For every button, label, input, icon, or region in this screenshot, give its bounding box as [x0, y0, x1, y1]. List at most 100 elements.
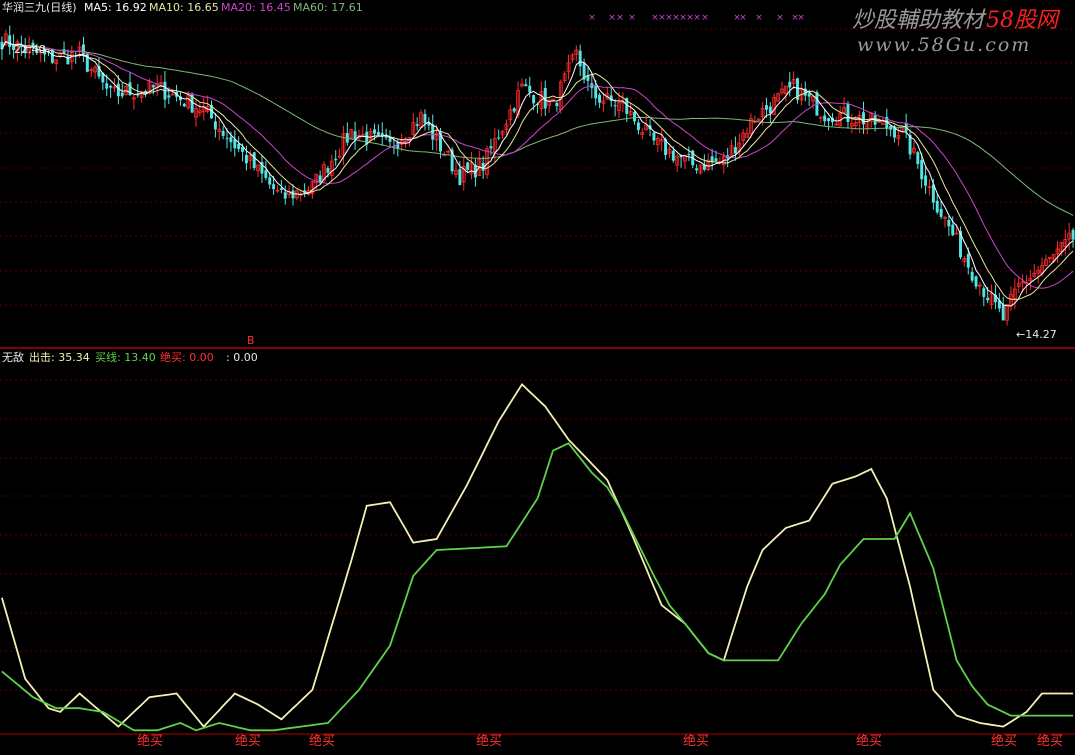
candle-body	[109, 85, 113, 88]
watermark-url: www.58Gu.com	[857, 34, 1031, 56]
candle-body	[598, 94, 602, 103]
buy-line-value-label: 买线: 13.40	[95, 350, 156, 364]
candle-body	[373, 129, 376, 134]
candle-body	[489, 146, 493, 149]
candle-body	[167, 95, 171, 98]
top-cross-marker: ×	[755, 13, 763, 23]
watermark-brand: 58股网	[986, 8, 1061, 33]
candle-body	[252, 152, 256, 168]
candle-body	[512, 108, 516, 112]
top-cross-marker: ×	[701, 13, 709, 23]
candle-body	[229, 137, 233, 143]
candle-body	[594, 86, 598, 99]
candle-body	[528, 85, 532, 93]
candle-body	[823, 115, 827, 122]
candle-body	[105, 83, 109, 89]
candle-body	[532, 95, 536, 104]
ma10-label: MA10: 16.65	[149, 1, 219, 14]
candle-body	[768, 106, 772, 114]
candle-body	[272, 184, 276, 190]
candle-body	[213, 121, 217, 130]
sell-signal-label: 绝买	[683, 733, 709, 749]
candle-body	[633, 112, 636, 122]
candle-body	[244, 154, 248, 164]
candle-body	[466, 162, 470, 170]
candle-body	[120, 92, 124, 97]
ma20-label: MA20: 16.45	[221, 1, 291, 14]
candle-body	[827, 118, 831, 122]
candle-body	[846, 103, 850, 122]
candle-body	[279, 188, 283, 190]
top-cross-marker: ×	[739, 13, 747, 23]
buy-signal-marker: B	[247, 334, 255, 347]
watermark-prefix: 炒股輔助教材	[852, 8, 987, 33]
candle-body	[334, 158, 338, 161]
candle-body	[920, 160, 924, 180]
candle-body	[695, 168, 699, 171]
attack-value-label: 出击: 35.34	[29, 350, 90, 364]
indicator-name: 无敌	[2, 350, 24, 364]
candle-body	[458, 169, 462, 186]
candle-body	[182, 103, 186, 107]
candle-body	[935, 200, 939, 213]
candle-body	[671, 150, 675, 161]
candle-body	[714, 158, 718, 162]
candle-body	[415, 124, 419, 126]
candle-body	[733, 147, 737, 154]
blank-value-label: : 0.00	[226, 351, 258, 364]
stock-title: 华润三九(日线)	[2, 0, 77, 14]
candle-body	[578, 50, 582, 67]
sell-signal-label: 绝买	[309, 733, 335, 749]
top-cross-marker: ×	[588, 13, 596, 23]
candle-body	[970, 271, 974, 281]
sell-value-label: 绝买: 0.00	[160, 350, 214, 364]
sell-signal-label: 绝买	[476, 733, 502, 749]
candle-body	[807, 93, 811, 97]
candle-body	[974, 276, 978, 287]
candle-body	[939, 208, 943, 217]
candle-body	[221, 130, 225, 136]
candle-body	[862, 112, 865, 125]
candle-body	[268, 177, 272, 185]
candle-body	[613, 105, 617, 107]
candle-body	[264, 170, 268, 178]
candle-body	[636, 122, 640, 131]
candle-body	[652, 132, 656, 141]
chart-canvas: × × × × × × × × × × × × ×× × × ×× 绝买 绝买 绝买 绝买 绝买 绝买 绝买 绝买 华润三九…	[0, 0, 1075, 755]
candle-body	[151, 85, 155, 88]
candle-body	[283, 192, 287, 199]
top-cross-marker: ×	[797, 13, 805, 23]
sell-signal-label: 绝买	[137, 733, 163, 749]
candle-body	[326, 168, 330, 173]
candle-body	[947, 219, 951, 227]
candle-body	[1001, 304, 1005, 321]
candle-body	[524, 84, 528, 87]
candle-body	[237, 143, 241, 149]
candle-body	[116, 83, 120, 97]
high-price-label: 22.40	[14, 43, 46, 56]
low-price-label: ←14.27	[1016, 328, 1057, 341]
sell-signal-label: 绝买	[1037, 733, 1063, 749]
top-cross-marker: ×	[776, 13, 784, 23]
candle-body	[986, 297, 990, 301]
candle-body	[687, 153, 691, 155]
candle-body	[291, 190, 295, 199]
sell-signal-label: 绝买	[235, 733, 261, 749]
candle-body	[1071, 229, 1075, 240]
candle-body	[916, 152, 920, 165]
candle-body	[982, 288, 986, 297]
candle-body	[376, 131, 380, 136]
candle-body	[764, 105, 768, 110]
top-cross-marker: ×	[628, 13, 636, 23]
sell-signal-label: 绝买	[856, 733, 882, 749]
candle-body	[8, 35, 12, 47]
candle-body	[924, 175, 928, 186]
top-cross-marker: ×	[608, 13, 616, 23]
top-cross-marker: ×	[616, 13, 624, 23]
ma5-label: MA5: 16.92	[84, 1, 147, 14]
candle-body	[497, 137, 501, 139]
top-cross-marker: ×	[693, 13, 701, 23]
candle-body	[951, 224, 955, 236]
candle-body	[555, 102, 559, 107]
ma60-label: MA60: 17.61	[293, 1, 363, 14]
